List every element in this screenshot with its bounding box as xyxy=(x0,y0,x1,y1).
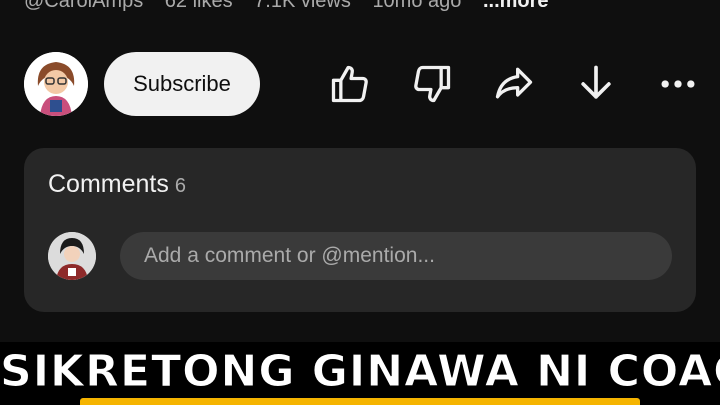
thumbs-up-icon xyxy=(331,65,368,103)
channel-handle[interactable]: @CarolAmps xyxy=(24,0,143,12)
upload-age: 10mo ago xyxy=(372,0,462,12)
more-actions-button[interactable] xyxy=(656,62,700,106)
banner-title: SIKRETONG GINAWA NI COACH xyxy=(0,346,720,398)
download-button[interactable] xyxy=(574,62,618,106)
download-icon xyxy=(581,65,611,99)
comments-card[interactable]: Comments 6 Add a comment or @mention... xyxy=(24,148,696,312)
like-button[interactable] xyxy=(328,62,372,106)
share-icon xyxy=(495,67,533,99)
video-overlay-banner: SIKRETONG GINAWA NI COACH xyxy=(0,342,720,405)
video-meta-row: @CarolAmps 62 likes 7.1K views 10mo ago … xyxy=(24,0,714,20)
view-count: 7.1K views xyxy=(254,0,351,12)
user-avatar-image xyxy=(48,232,96,280)
comment-input[interactable]: Add a comment or @mention... xyxy=(120,232,672,280)
like-count: 62 likes xyxy=(164,0,233,12)
comments-title: Comments xyxy=(48,170,169,198)
share-button[interactable] xyxy=(492,62,536,106)
channel-avatar-image xyxy=(24,52,88,116)
subscribe-button[interactable]: Subscribe xyxy=(104,52,260,116)
comments-count: 6 xyxy=(174,175,186,197)
action-row: Subscribe xyxy=(0,52,720,116)
thumbs-down-icon xyxy=(414,65,451,103)
banner-subtitle-strip xyxy=(0,398,720,405)
user-avatar xyxy=(48,232,96,280)
more-link[interactable]: ...more xyxy=(483,0,549,12)
comments-header: Comments 6 xyxy=(48,170,186,199)
dislike-button[interactable] xyxy=(410,62,454,106)
more-icon xyxy=(661,80,695,88)
channel-avatar[interactable] xyxy=(24,52,88,116)
